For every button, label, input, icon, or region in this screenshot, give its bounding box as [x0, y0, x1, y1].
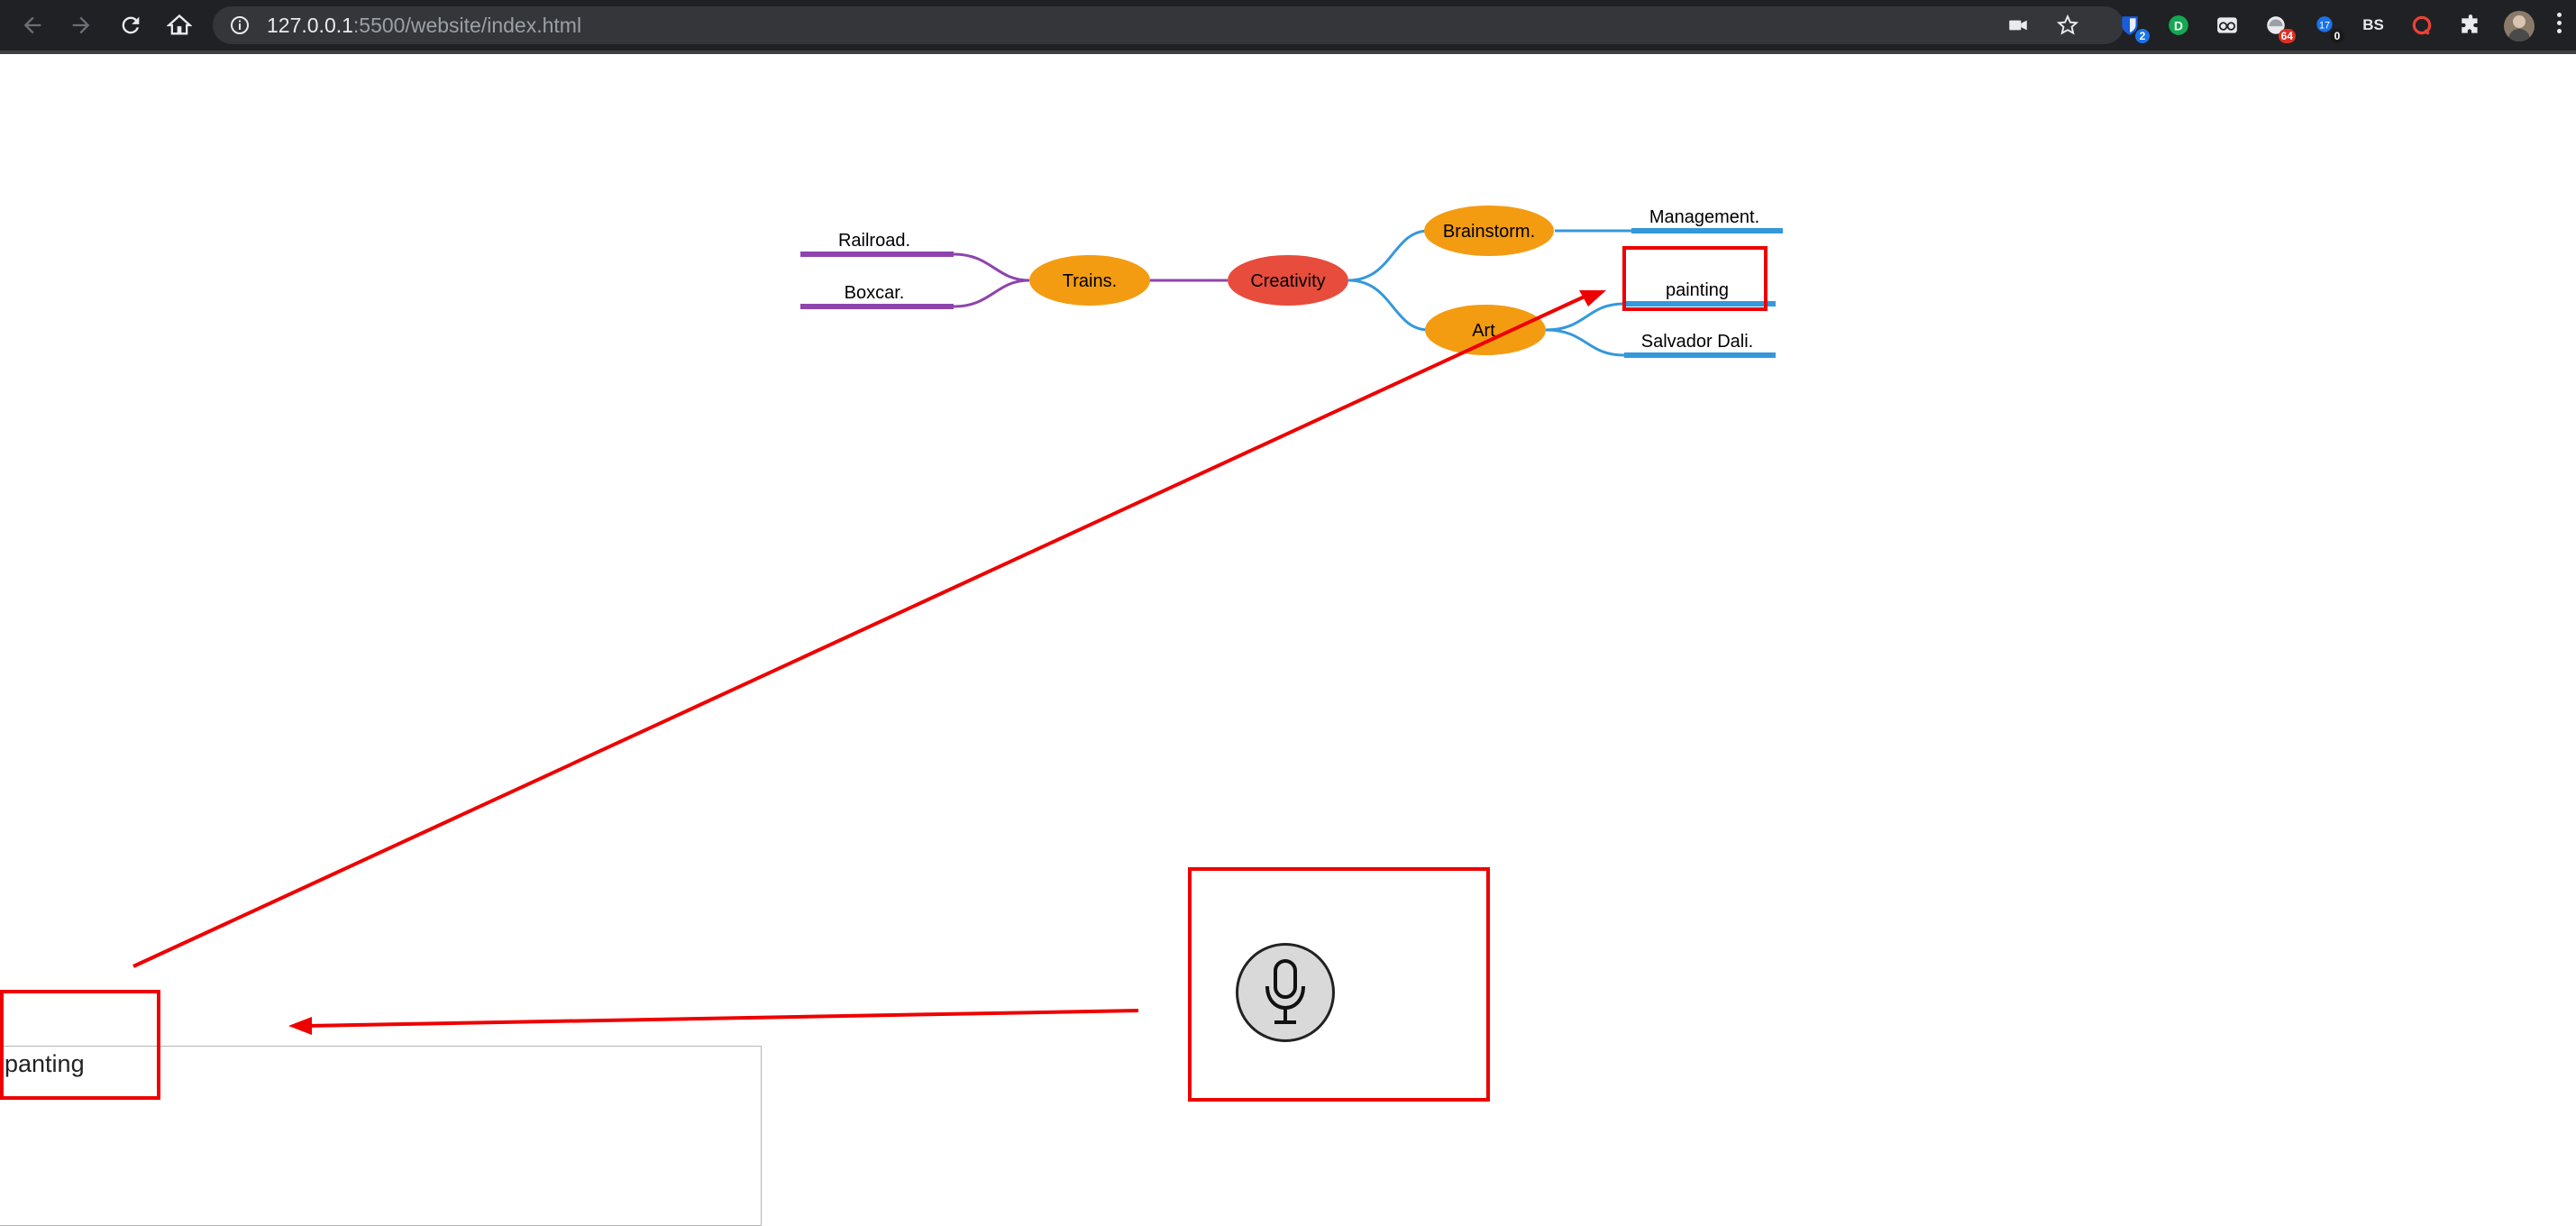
node-root-label: Creativity [1250, 271, 1325, 291]
annotation-box-painting [1622, 246, 1768, 311]
node-brainstorm-label: Brainstorm. [1443, 222, 1535, 242]
branch-trains-boxcar [953, 279, 1030, 308]
node-trains-label: Trains. [1063, 271, 1117, 291]
branch-root-art [1347, 279, 1430, 332]
leaf-boxcar-label: Boxcar. [845, 283, 905, 303]
leaf-salvador-label: Salvador Dali. [1641, 332, 1754, 352]
branch-trains-railroad [953, 252, 1030, 282]
leaf-railroad-label: Railroad. [838, 231, 910, 251]
node-art-label: Art [1472, 321, 1495, 341]
annotation-box-transcript [0, 990, 160, 1100]
leaf-management-label: Management. [1649, 207, 1759, 227]
branch-root-brainstorm [1347, 229, 1430, 282]
annotation-box-microphone [1188, 867, 1490, 1102]
branch-art-painting [1545, 302, 1625, 332]
branch-art-salvador [1545, 328, 1625, 357]
